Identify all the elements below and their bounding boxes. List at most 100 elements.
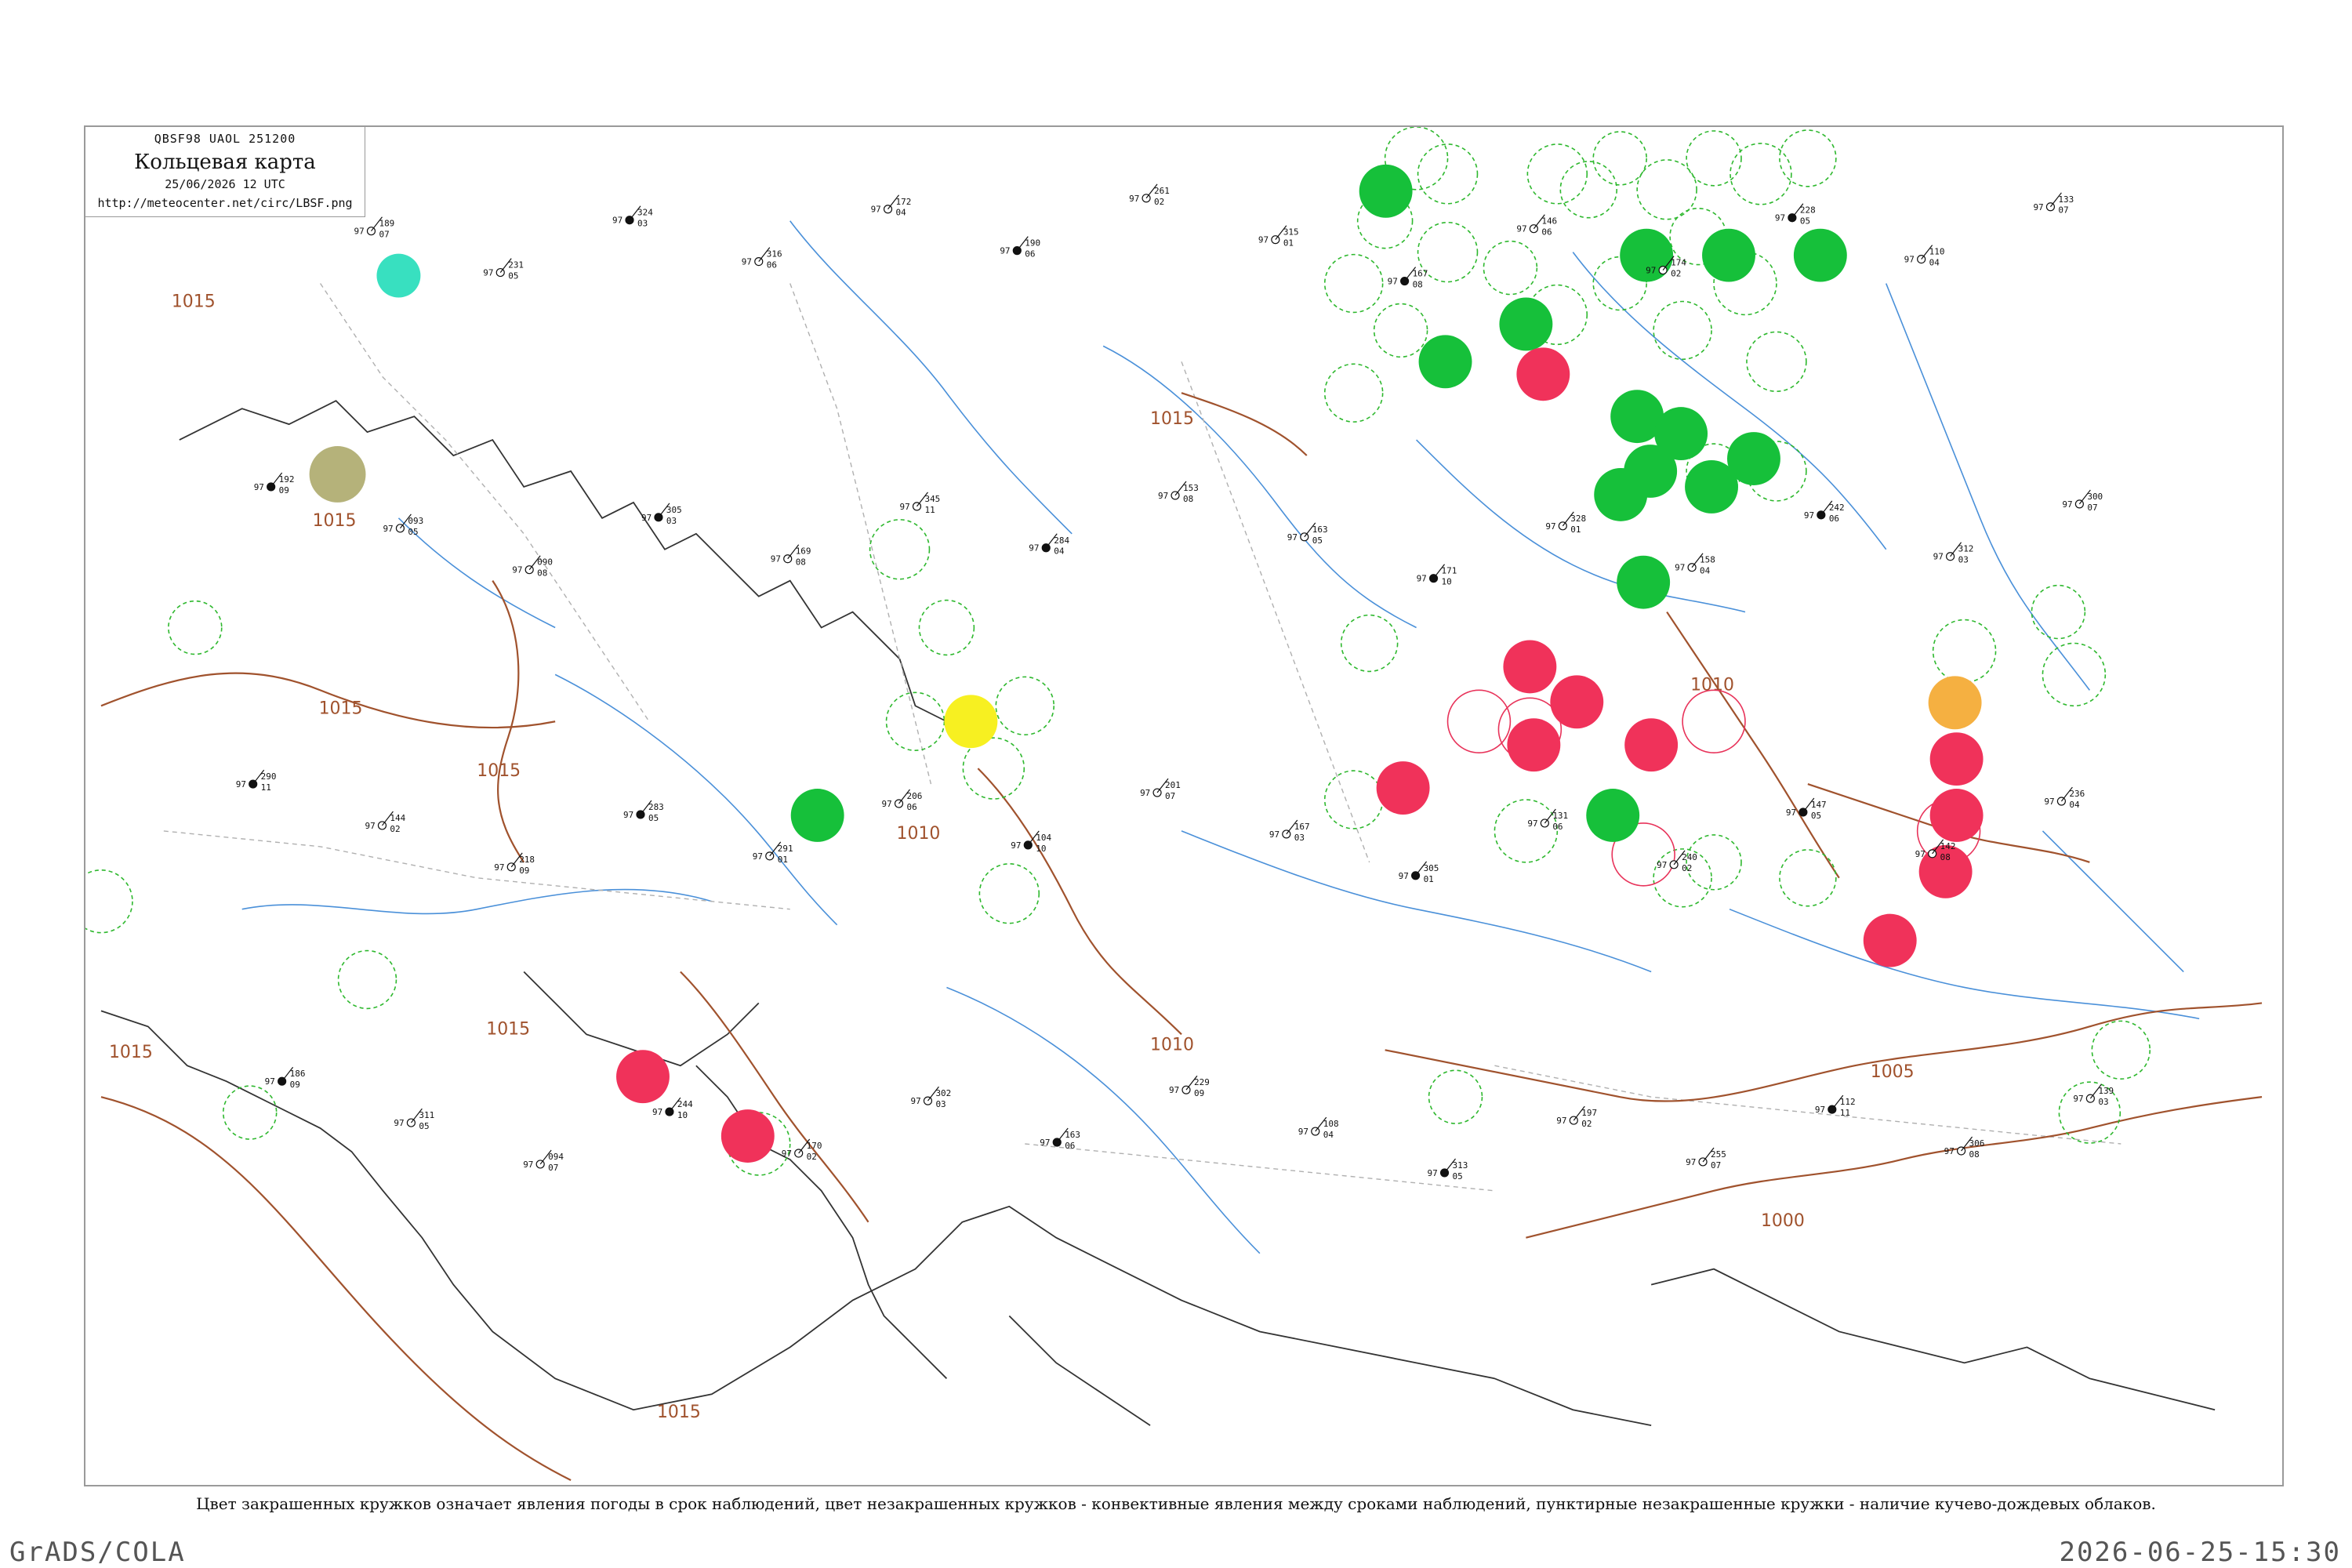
station-plot[interactable]: 133 97 07 xyxy=(2033,192,2074,216)
station-plot[interactable]: 306 97 08 xyxy=(1944,1136,1985,1160)
station-temp: 97 xyxy=(1944,1146,1955,1156)
station-plot[interactable]: 197 97 02 xyxy=(1556,1105,1597,1129)
station-plot[interactable]: 240 97 02 xyxy=(1657,850,1697,873)
station-plot[interactable]: 290 97 11 xyxy=(236,769,277,793)
station-plot[interactable]: 300 97 07 xyxy=(2062,489,2103,513)
station-plot[interactable]: 206 97 06 xyxy=(882,789,923,812)
station-plot[interactable]: 146 97 06 xyxy=(1516,214,1557,238)
cloud-cover-icon xyxy=(665,1107,674,1116)
cloud-cover-icon xyxy=(1142,194,1151,203)
station-dew: 09 xyxy=(519,866,529,876)
station-plot[interactable]: 108 97 04 xyxy=(1298,1116,1339,1140)
station-plot[interactable]: 302 97 03 xyxy=(910,1086,951,1109)
station-plot[interactable]: 201 97 07 xyxy=(1140,778,1181,801)
station-dew: 04 xyxy=(1929,258,1940,268)
station-plot[interactable]: 218 97 09 xyxy=(494,852,535,876)
station-plot[interactable]: 291 97 01 xyxy=(753,841,793,865)
station-temp: 97 xyxy=(641,513,652,523)
station-plot[interactable]: 324 97 03 xyxy=(612,205,653,229)
station-plot[interactable]: 167 97 08 xyxy=(1388,267,1428,290)
station-dew: 07 xyxy=(1711,1160,1721,1171)
thunderstorm-circle xyxy=(1507,718,1561,772)
station-dew: 04 xyxy=(1700,566,1711,576)
station-dew: 02 xyxy=(1671,269,1681,279)
station-plot[interactable]: 311 97 05 xyxy=(394,1108,434,1131)
station-pres: 231 xyxy=(508,260,524,270)
station-plot[interactable]: 167 97 03 xyxy=(1269,819,1310,843)
cloud-cover-icon xyxy=(1400,276,1410,286)
station-plot[interactable]: 192 97 09 xyxy=(254,472,295,495)
cb-outline xyxy=(1932,619,1997,684)
station-plot[interactable]: 172 97 04 xyxy=(871,194,912,218)
station-pres: 112 xyxy=(1840,1097,1856,1107)
station-plot[interactable]: 094 97 07 xyxy=(523,1149,564,1173)
station-pres: 324 xyxy=(637,208,653,218)
station-plot[interactable]: 231 97 05 xyxy=(483,258,524,281)
station-plot[interactable]: 110 97 04 xyxy=(1904,245,1945,268)
station-plot[interactable]: 236 97 04 xyxy=(2044,786,2085,810)
station-plot[interactable]: 315 97 01 xyxy=(1258,225,1299,249)
station-plot[interactable]: 283 97 05 xyxy=(623,800,664,823)
station-plot[interactable]: 153 97 08 xyxy=(1158,481,1199,504)
station-plot[interactable]: 171 97 10 xyxy=(1417,564,1457,587)
station-plot[interactable]: 305 97 01 xyxy=(1399,861,1439,884)
station-plot[interactable]: 305 97 03 xyxy=(641,503,682,526)
station-temp: 97 xyxy=(1657,860,1667,870)
station-temp: 97 xyxy=(1527,818,1537,829)
rain-circle xyxy=(1499,297,1553,351)
weather-map[interactable]: 1015 1015 1015 1015 1015 1015 1015 1015 … xyxy=(84,125,2284,1486)
station-plot[interactable]: 313 97 05 xyxy=(1428,1158,1468,1181)
station-temp: 97 xyxy=(771,554,781,564)
station-pres: 311 xyxy=(419,1110,434,1120)
station-dew: 06 xyxy=(1541,227,1552,238)
station-temp: 97 xyxy=(1933,552,1944,562)
station-dew: 05 xyxy=(1312,535,1323,546)
station-dew: 06 xyxy=(1025,249,1035,260)
station-plot[interactable]: 229 97 09 xyxy=(1169,1075,1210,1098)
station-plot[interactable]: 244 97 10 xyxy=(652,1097,693,1120)
station-plot[interactable]: 228 97 05 xyxy=(1775,203,1816,227)
station-plot[interactable]: 170 97 02 xyxy=(782,1138,822,1162)
cb-outline xyxy=(869,519,931,580)
station-plot[interactable]: 093 97 05 xyxy=(383,514,423,537)
station-plot[interactable]: 242 97 06 xyxy=(1804,500,1845,524)
station-plot[interactable]: 158 97 04 xyxy=(1675,553,1715,576)
station-temp: 97 xyxy=(1029,543,1039,554)
station-plot[interactable]: 131 97 06 xyxy=(1527,808,1568,832)
station-dew: 07 xyxy=(2058,205,2068,216)
station-plot[interactable]: 255 97 07 xyxy=(1686,1147,1726,1171)
station-plot[interactable]: 190 97 06 xyxy=(1000,236,1040,260)
station-plot[interactable]: 139 97 03 xyxy=(2073,1083,2114,1107)
thunderstorm-circle xyxy=(1624,718,1679,772)
station-plot[interactable]: 144 97 02 xyxy=(365,811,406,834)
station-pres: 163 xyxy=(1312,524,1328,535)
map-source-url[interactable]: http://meteocenter.net/circ/LBSF.png xyxy=(85,196,365,210)
station-plot[interactable]: 112 97 11 xyxy=(1815,1094,1856,1118)
station-dew: 04 xyxy=(1323,1130,1334,1140)
station-plot[interactable]: 090 97 08 xyxy=(512,555,553,579)
station-plot[interactable]: 169 97 08 xyxy=(771,544,811,568)
station-plot[interactable]: 316 97 06 xyxy=(742,247,782,270)
station-pres: 290 xyxy=(261,771,277,782)
station-temp: 97 xyxy=(1775,213,1785,223)
station-plot[interactable]: 261 97 02 xyxy=(1129,183,1170,207)
station-dew: 05 xyxy=(1811,811,1821,821)
station-pres: 139 xyxy=(2098,1086,2114,1096)
station-dew: 08 xyxy=(1969,1149,1980,1160)
cloud-cover-icon xyxy=(2085,1094,2095,1103)
station-pres: 305 xyxy=(1424,863,1439,873)
station-temp: 97 xyxy=(365,821,375,831)
station-dew: 08 xyxy=(537,568,547,579)
thunderstorm-circle xyxy=(720,1109,775,1163)
station-dew: 03 xyxy=(2098,1097,2108,1107)
station-plot[interactable]: 312 97 03 xyxy=(1933,542,1974,565)
station-plot[interactable]: 284 97 04 xyxy=(1029,533,1069,557)
station-plot[interactable]: 104 97 10 xyxy=(1011,830,1051,854)
station-plot[interactable]: 189 97 07 xyxy=(354,216,395,240)
station-plot[interactable]: 345 97 11 xyxy=(900,492,941,515)
station-pres: 133 xyxy=(2058,194,2074,205)
station-plot[interactable]: 186 97 09 xyxy=(265,1066,306,1090)
cb-outline xyxy=(1686,130,1742,187)
station-plot[interactable]: 328 97 01 xyxy=(1545,511,1586,535)
station-pres: 315 xyxy=(1283,227,1299,238)
